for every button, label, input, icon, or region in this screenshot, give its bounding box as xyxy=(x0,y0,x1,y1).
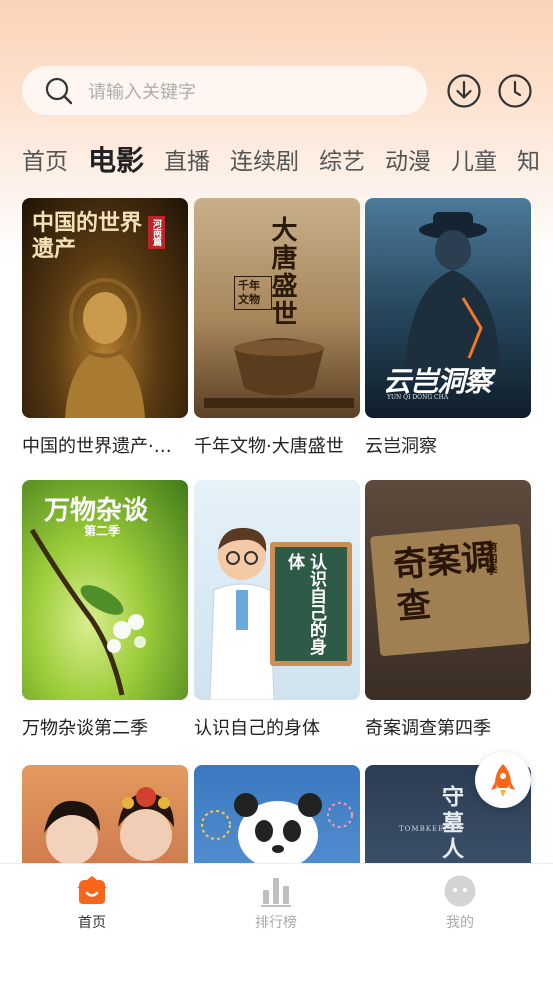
tab-variety[interactable]: 综艺 xyxy=(319,142,365,176)
flowering-branch-illustration xyxy=(29,528,146,696)
poster-image: 中国的世界遗产 河南篇 xyxy=(22,198,188,418)
video-card[interactable]: 认识自己的身体 认识自己的身体 xyxy=(194,480,360,740)
card-title: 奇案调查第四季 xyxy=(365,718,491,739)
tab-movies[interactable]: 电影 xyxy=(88,139,144,179)
card-title: 千年文物·大唐盛世 xyxy=(194,436,344,457)
tab-live[interactable]: 直播 xyxy=(164,142,210,176)
poster-image: 认识自己的身体 xyxy=(194,480,360,700)
search-input[interactable]: 请输入关键字 xyxy=(88,78,196,104)
nav-label: 首页 xyxy=(78,915,106,931)
tab-knowledge[interactable]: 知 xyxy=(517,142,540,176)
detective-figure-illustration xyxy=(405,212,501,378)
video-card[interactable]: 云岂洞察 YUN QI DONG CHA 云岂洞察 xyxy=(365,198,531,458)
panda-cartoon-illustration xyxy=(201,793,353,869)
tab-home[interactable]: 首页 xyxy=(22,142,68,176)
rocket-icon xyxy=(491,764,515,797)
download-icon[interactable] xyxy=(446,73,482,109)
card-title: 中国的世界遗产·河南篇 xyxy=(22,436,188,457)
chalkboard-illustration: 认识自己的身体 xyxy=(270,542,352,666)
tab-series[interactable]: 连续剧 xyxy=(230,142,299,176)
nav-label: 我的 xyxy=(446,915,474,931)
nav-item-home[interactable]: 首页 xyxy=(47,874,137,932)
search-icon xyxy=(45,77,73,104)
poster-image: 万物杂谈 第二季 xyxy=(22,480,188,700)
video-card[interactable]: 中国的世界遗产 河南篇 中国的世界遗产·河南篇 xyxy=(22,198,188,458)
poster-image: 大唐盛世 千年文物 xyxy=(194,198,360,418)
nav-item-ranking[interactable]: 排行榜 xyxy=(231,874,321,932)
ranking-icon xyxy=(261,878,291,907)
tab-anime[interactable]: 动漫 xyxy=(385,142,431,176)
history-clock-icon[interactable] xyxy=(497,73,533,109)
home-icon xyxy=(77,876,107,904)
profile-icon xyxy=(444,875,476,907)
card-title: 万物杂谈第二季 xyxy=(22,718,148,739)
video-card[interactable]: 大唐盛世 千年文物 千年文物·大唐盛世 xyxy=(194,198,360,458)
buddha-statue-illustration xyxy=(65,278,145,418)
video-card[interactable]: 奇案调查 第四季 奇案调查第四季 xyxy=(365,480,531,740)
nav-label: 排行榜 xyxy=(255,915,297,931)
back-to-top-button[interactable] xyxy=(475,752,531,808)
card-title: 认识自己的身体 xyxy=(194,718,320,739)
category-tabs: 首页 电影 直播 连续剧 综艺 动漫 儿童 知 xyxy=(22,136,553,182)
tab-kids[interactable]: 儿童 xyxy=(451,142,497,176)
nav-item-profile[interactable]: 我的 xyxy=(415,874,505,932)
poster-image: 云岂洞察 YUN QI DONG CHA xyxy=(365,198,531,418)
bottom-navigation: 首页 排行榜 我的 xyxy=(0,863,553,983)
bronze-vessel-illustration xyxy=(204,338,354,408)
video-card[interactable]: 万物杂谈 第二季 万物杂谈第二季 xyxy=(22,480,188,740)
card-title: 云岂洞察 xyxy=(365,436,437,457)
search-bar[interactable]: 请输入关键字 xyxy=(22,66,427,115)
poster-image: 奇案调查 第四季 xyxy=(365,480,531,700)
